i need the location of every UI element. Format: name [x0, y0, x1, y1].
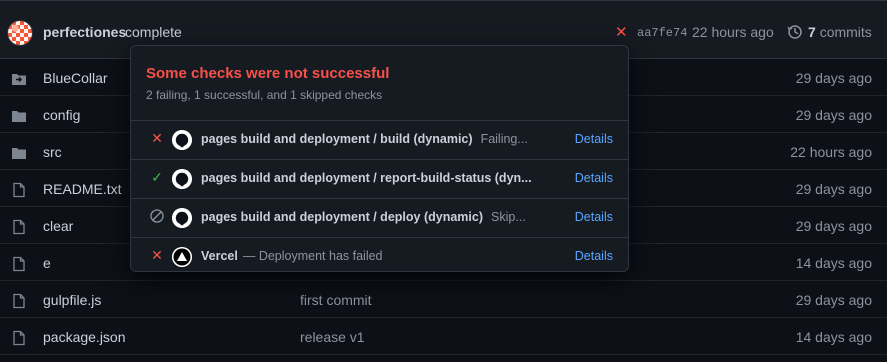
file-icon — [13, 182, 25, 198]
commits-label: commits — [819, 24, 872, 40]
commits-link[interactable]: 7 commits — [808, 24, 872, 40]
vercel-icon — [172, 247, 192, 267]
file-name[interactable]: clear — [43, 218, 73, 234]
author-avatar[interactable] — [7, 20, 33, 46]
check-title: pages build and deployment / build (dyna… — [201, 132, 473, 146]
checks-title: Some checks were not successful — [146, 65, 390, 82]
file-icon — [13, 219, 25, 235]
file-icon — [13, 330, 25, 346]
details-link[interactable]: Details — [575, 171, 613, 185]
commit-count: 7 — [808, 24, 816, 40]
file-row-gulpfile[interactable]: gulpfile.js first commit 29 days ago — [0, 281, 887, 318]
file-date: 14 days ago — [795, 329, 872, 345]
check-name[interactable]: pages build and deployment / deploy (dyn… — [201, 210, 526, 224]
file-name[interactable]: package.json — [43, 329, 126, 345]
folder-icon — [12, 148, 26, 159]
check-title: pages build and deployment / deploy (dyn… — [201, 210, 483, 224]
file-date: 29 days ago — [795, 181, 872, 197]
check-name[interactable]: pages build and deployment / report-buil… — [201, 171, 532, 185]
failed-x-icon: ✕ — [151, 247, 163, 263]
file-name[interactable]: config — [43, 107, 80, 123]
file-name[interactable]: BlueCollar — [43, 70, 108, 86]
failed-status-icon[interactable]: ✕ — [615, 23, 628, 41]
failed-x-icon: ✕ — [151, 130, 163, 146]
file-date: 22 hours ago — [790, 144, 872, 160]
check-title: Vercel — [201, 249, 238, 263]
file-date: 29 days ago — [795, 70, 872, 86]
commit-sha[interactable]: aa7fe74 — [637, 26, 687, 40]
github-icon — [172, 208, 192, 228]
file-date: 14 days ago — [795, 255, 872, 271]
file-name[interactable]: gulpfile.js — [43, 292, 101, 308]
check-row: ✕ pages build and deployment / build (dy… — [131, 121, 628, 160]
skipped-icon — [150, 209, 164, 223]
checks-summary: Some checks were not successful 2 failin… — [131, 46, 628, 121]
file-name[interactable]: README.txt — [43, 181, 122, 197]
check-title: pages build and deployment / report-buil… — [201, 171, 532, 185]
commit-time: 22 hours ago — [692, 24, 774, 40]
check-description: Failing... — [480, 132, 528, 146]
history-icon[interactable] — [787, 24, 803, 40]
commit-author[interactable]: perfectiones — [43, 24, 126, 40]
file-date: 29 days ago — [795, 107, 872, 123]
file-date: 29 days ago — [795, 292, 872, 308]
submodule-folder-icon — [12, 74, 26, 85]
file-icon — [13, 256, 25, 272]
file-date: 29 days ago — [795, 218, 872, 234]
check-description: Skip... — [490, 210, 526, 224]
details-link[interactable]: Details — [575, 249, 613, 263]
file-commit-message[interactable]: release v1 — [300, 329, 365, 345]
checks-popover: Some checks were not successful 2 failin… — [130, 45, 629, 272]
check-row: ✓ pages build and deployment / report-bu… — [131, 160, 628, 199]
details-link[interactable]: Details — [575, 210, 613, 224]
github-icon — [172, 169, 192, 189]
file-commit-message[interactable]: first commit — [300, 292, 372, 308]
github-icon — [172, 130, 192, 150]
check-name[interactable]: Vercel — Deployment has failed — [201, 249, 383, 263]
commit-message[interactable]: complete — [125, 24, 182, 40]
file-name[interactable]: e — [43, 255, 51, 271]
folder-icon — [12, 111, 26, 122]
file-row-package-json[interactable]: package.json release v1 14 days ago — [0, 318, 887, 355]
file-name[interactable]: src — [43, 144, 62, 160]
check-row: pages build and deployment / deploy (dyn… — [131, 199, 628, 238]
check-name[interactable]: pages build and deployment / build (dyna… — [201, 132, 528, 146]
repository-file-browser: perfectiones complete ✕ aa7fe74 22 hours… — [0, 0, 887, 362]
file-icon — [13, 293, 25, 309]
check-row: ✕ Vercel — Deployment has failed Details — [131, 238, 628, 276]
checks-subtitle: 2 failing, 1 successful, and 1 skipped c… — [146, 88, 383, 102]
details-link[interactable]: Details — [575, 132, 613, 146]
check-description: — Deployment has failed — [242, 249, 383, 263]
success-check-icon: ✓ — [151, 169, 163, 185]
